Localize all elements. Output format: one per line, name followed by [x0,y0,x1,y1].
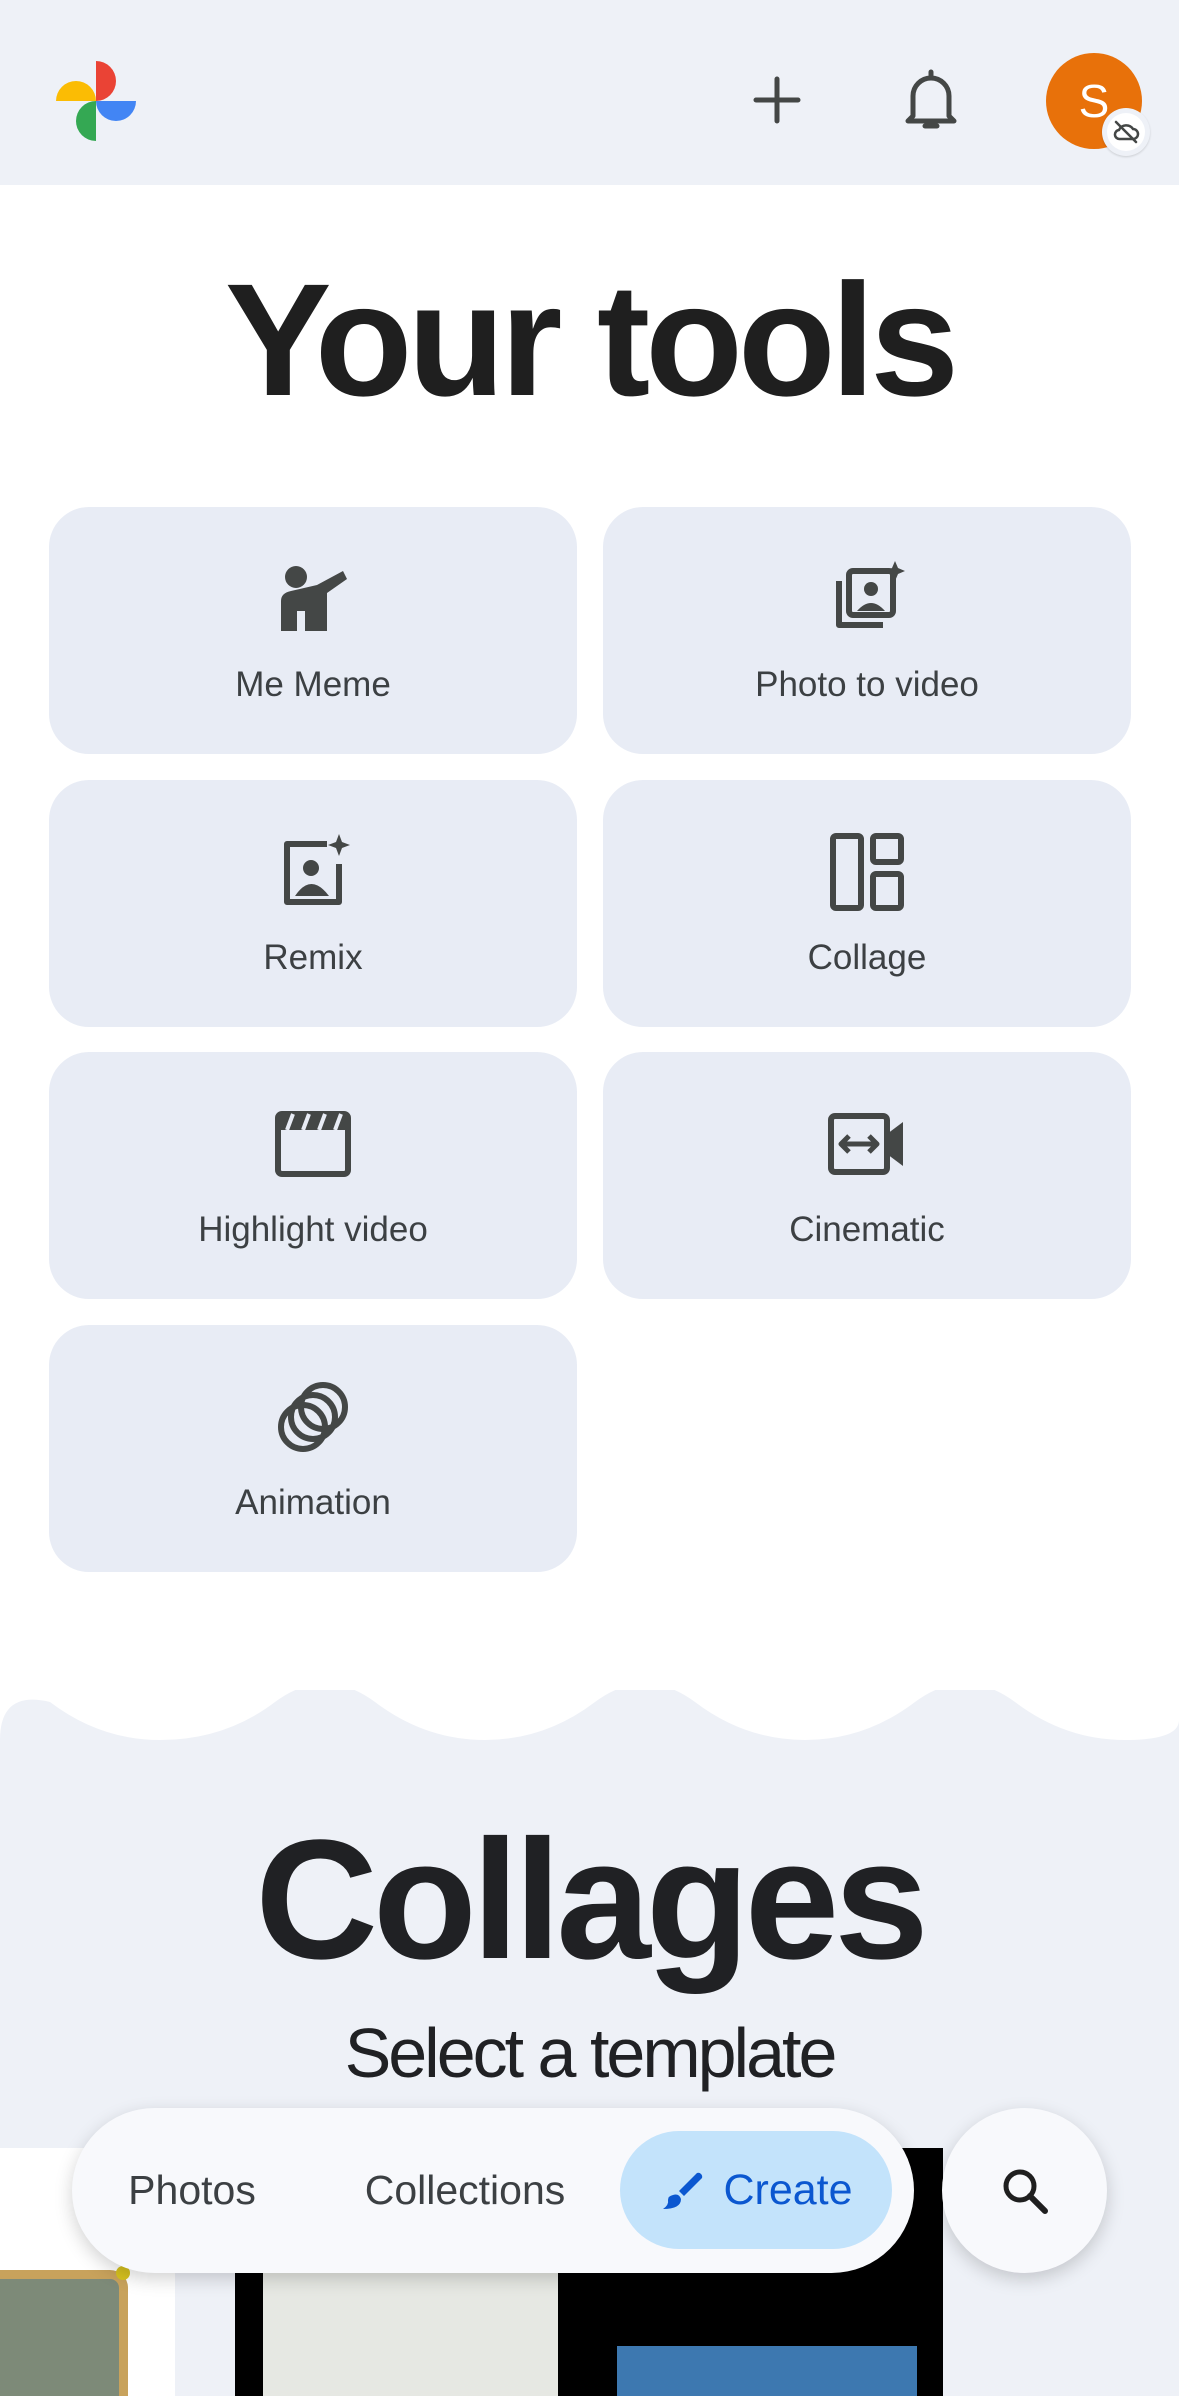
me-meme-icon [281,566,347,631]
cloud-off-icon [1113,120,1140,144]
tool-remix[interactable]: Remix [49,780,577,1027]
brush-icon [663,2172,703,2209]
nav-tab-create[interactable]: Create [620,2131,892,2249]
nav-tab-label: Create [723,2165,853,2214]
search-icon [1003,2169,1048,2214]
collage-icon [830,833,904,911]
movie-clapper-icon [275,1111,351,1177]
template-photo-slot [263,2268,558,2396]
backup-status-badge [1102,108,1150,156]
cinematic-icon [828,1113,903,1175]
tool-label: Remix [263,938,363,977]
animation-icon [278,1382,348,1452]
template-photo-slot [617,2346,917,2396]
plus-icon [753,76,801,124]
photo-to-video-icon [836,561,905,628]
page-title: Your tools [224,250,959,429]
nav-tab-label: Photos [128,2167,256,2213]
remix-icon [284,834,350,905]
search-button[interactable] [942,2108,1107,2273]
tool-label: Animation [235,1483,391,1522]
bell-icon [905,69,957,129]
tool-cinematic[interactable]: Cinematic [603,1052,1131,1299]
tool-highlight-video[interactable]: Highlight video [49,1052,577,1299]
add-button[interactable] [737,60,817,140]
template-photo-frame [0,2270,128,2396]
top-app-bar: S [0,0,1179,185]
tool-animation[interactable]: Animation [49,1325,577,1572]
tool-label: Me Meme [235,665,391,704]
nav-tab-photos[interactable]: Photos [112,2108,272,2273]
nav-tab-collections[interactable]: Collections [330,2108,600,2273]
tool-me-meme[interactable]: Me Meme [49,507,577,754]
tool-collage[interactable]: Collage [603,780,1131,1027]
nav-tab-label: Collections [364,2167,566,2213]
bottom-navigation: Photos Collections Create [72,2108,914,2273]
collages-title: Collages [255,1805,929,1995]
tool-label: Highlight video [198,1210,428,1249]
tool-label: Cinematic [789,1210,945,1249]
google-photos-logo-icon[interactable] [50,55,142,147]
tool-photo-to-video[interactable]: Photo to video [603,507,1131,754]
collages-subtitle: Select a template [344,2014,838,2092]
tool-label: Photo to video [755,665,979,704]
notifications-button[interactable] [891,60,971,140]
tool-label: Collage [807,938,927,977]
